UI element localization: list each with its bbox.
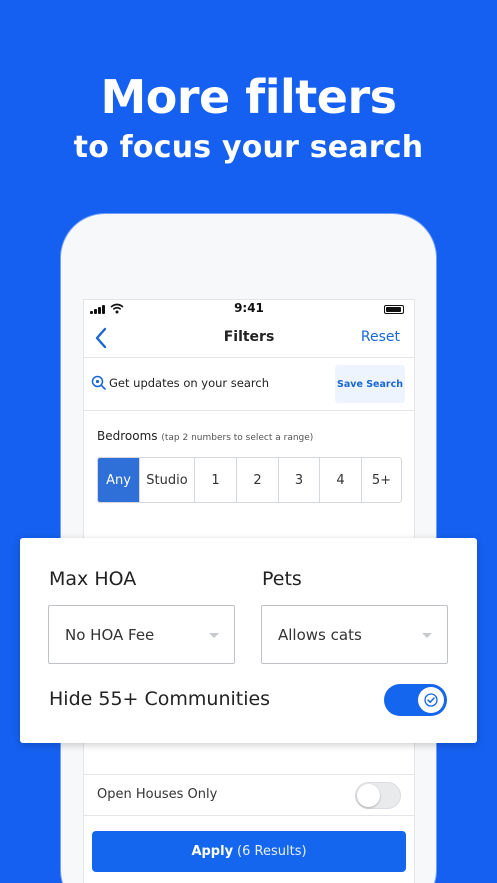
bedrooms-option-4[interactable]: 4	[319, 458, 361, 502]
toggle-knob	[418, 687, 444, 713]
open-houses-toggle[interactable]	[355, 782, 401, 809]
bedrooms-option-1[interactable]: 1	[194, 458, 236, 502]
pets-value: Allows cats	[278, 626, 362, 644]
nav-bar: Filters Reset	[84, 320, 414, 358]
chevron-down-icon	[422, 633, 432, 638]
hide-55-toggle[interactable]	[384, 684, 447, 716]
pets-select[interactable]: Allows cats	[261, 605, 448, 664]
apply-button[interactable]: Apply (6 Results)	[92, 831, 406, 872]
max-hoa-select[interactable]: No HOA Fee	[48, 605, 235, 664]
bedrooms-segmented-control: Any Studio 1 2 3 4 5+	[97, 457, 402, 503]
hide-55-label: Hide 55+ Communities	[49, 688, 271, 710]
apply-results-count: (6 Results)	[237, 844, 307, 859]
bedrooms-option-studio[interactable]: Studio	[139, 458, 194, 502]
open-houses-row: Open Houses Only	[84, 774, 414, 816]
bedrooms-label: Bedrooms (tap 2 numbers to select a rang…	[97, 429, 313, 443]
save-search-button[interactable]: Save Search	[335, 365, 405, 403]
toggle-knob	[357, 784, 380, 807]
search-updates-text: Get updates on your search	[109, 376, 270, 390]
bedrooms-option-any[interactable]: Any	[98, 458, 139, 502]
pets-label: Pets	[262, 568, 302, 590]
chevron-down-icon	[209, 633, 219, 638]
search-updates-row: Get updates on your search Save Search	[84, 359, 414, 411]
bedrooms-option-2[interactable]: 2	[236, 458, 278, 502]
bedrooms-title: Bedrooms	[97, 429, 158, 443]
search-bell-icon	[91, 375, 106, 390]
headline-subtitle: to focus your search	[73, 130, 424, 165]
open-houses-label: Open Houses Only	[97, 787, 218, 802]
filter-card: Max HOA Pets No HOA Fee Allows cats Hide…	[20, 538, 477, 743]
check-icon	[424, 693, 438, 707]
bedrooms-option-3[interactable]: 3	[278, 458, 319, 502]
bedrooms-hint: (tap 2 numbers to select a range)	[161, 433, 314, 443]
max-hoa-value: No HOA Fee	[65, 626, 155, 644]
apply-label: Apply	[191, 844, 234, 859]
headline-title: More filters	[100, 70, 397, 124]
reset-button[interactable]: Reset	[361, 329, 400, 345]
bedrooms-option-5plus[interactable]: 5+	[361, 458, 401, 502]
status-time: 9:41	[234, 301, 264, 315]
status-bar: 9:41	[84, 300, 414, 320]
max-hoa-label: Max HOA	[49, 568, 137, 590]
battery-icon	[384, 305, 404, 314]
